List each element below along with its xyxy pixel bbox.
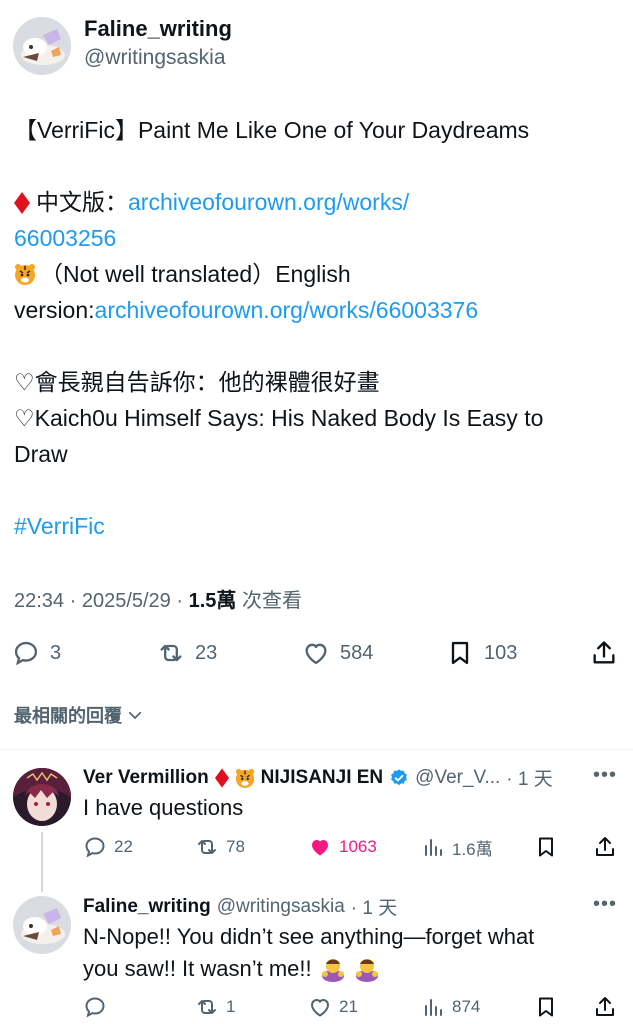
more-icon[interactable]: ••• <box>593 893 617 916</box>
like-count: 584 <box>340 641 374 664</box>
divider <box>0 749 633 750</box>
reply-button[interactable]: 3 <box>12 633 61 673</box>
reply-text: N-Nope!! You didn’t see anything—forget … <box>83 921 613 985</box>
more-icon[interactable]: ••• <box>593 764 617 787</box>
reply-repost-count: 1 <box>226 997 236 1016</box>
repost-button[interactable]: 23 <box>157 633 217 673</box>
reply-views-button[interactable]: 1.6萬 <box>421 832 493 862</box>
reply-author-org[interactable]: NIJISANJI EN <box>261 767 383 789</box>
reply-action-bar: 1 21 874 <box>0 992 633 1022</box>
reply-author-handle[interactable]: @writingsaskia <box>217 896 345 918</box>
view-count: 1.5萬 <box>188 590 237 612</box>
reply-text-line: you saw!! It wasn’t me!! <box>83 956 312 981</box>
bookmark-button[interactable]: 103 <box>446 633 517 673</box>
reply-like-count: 1063 <box>339 837 377 856</box>
repost-icon <box>198 1000 216 1014</box>
reply-text-line: N-Nope!! You didn’t see anything—forget … <box>83 924 535 949</box>
like-icon <box>312 840 328 856</box>
zh-link-cont[interactable]: 66003256 <box>14 225 116 251</box>
reply-reply-button[interactable]: 22 <box>83 832 133 862</box>
share-button[interactable] <box>590 633 618 673</box>
reply-like-count: 21 <box>339 997 358 1016</box>
repost-count: 23 <box>195 641 218 664</box>
reply-bookmark-button[interactable] <box>534 832 558 862</box>
verified-icon <box>391 768 408 785</box>
reply-author-name[interactable]: Faline_writing <box>83 896 211 918</box>
bookmark-icon <box>539 837 553 857</box>
tweet-text: 【VerriFic】Paint Me Like One of Your Dayd… <box>14 112 624 544</box>
reply-action-bar: 22 78 1063 1.6萬 <box>0 832 633 862</box>
bowing-person-emoji-icon <box>355 959 378 982</box>
reply-view-count: 1.6萬 <box>452 839 493 859</box>
tweet-timestamp[interactable]: 22:34 · 2025/5/29 · <box>14 590 189 612</box>
reply-author-name[interactable]: Ver Vermillion <box>83 767 209 789</box>
like-icon <box>311 999 329 1017</box>
reply-repost-button[interactable]: 1 <box>195 992 235 1022</box>
views-icon <box>425 839 442 856</box>
reply-text: I have questions <box>83 795 244 820</box>
reply-like-button[interactable]: 1063 <box>308 832 377 862</box>
reply-header: Ver Vermillion NIJISANJI EN @Ver_V... · … <box>83 764 553 791</box>
repost-icon <box>198 840 216 854</box>
reply-time[interactable]: · 1 天 <box>506 764 552 791</box>
tiger-icon <box>15 264 35 285</box>
reply-views-button[interactable]: 874 <box>421 992 480 1022</box>
reply-icon <box>85 837 105 858</box>
like-button[interactable]: 584 <box>302 633 373 673</box>
reply-avatar[interactable] <box>13 896 71 954</box>
bookmark-count: 103 <box>484 641 518 664</box>
red-diamond-icon <box>14 192 30 214</box>
view-label: 次查看 <box>236 590 302 612</box>
title-line: 【VerriFic】Paint Me Like One of Your Dayd… <box>14 117 530 143</box>
reply-icon <box>85 997 105 1018</box>
author-avatar[interactable] <box>13 17 71 75</box>
en-summary: ♡Kaich0u Himself Says: His Naked Body Is… <box>14 405 544 431</box>
red-diamond-icon <box>214 767 229 788</box>
reply-share-button[interactable] <box>593 992 617 1022</box>
reply-share-button[interactable] <box>593 832 617 862</box>
zh-version-label: 中文版： <box>36 189 128 215</box>
reply-count: 3 <box>50 641 62 664</box>
reply-view-count: 874 <box>452 997 481 1016</box>
reply-reply-button[interactable] <box>83 992 114 1022</box>
en-summary-cont: Draw <box>14 441 68 467</box>
hashtag-link[interactable]: #VerriFic <box>14 513 105 539</box>
reply-header: Faline_writing @writingsaskia · 1 天 <box>83 893 397 920</box>
en-version-label: （Not well translated）English <box>40 261 351 287</box>
views-icon <box>425 999 442 1016</box>
tiger-icon <box>235 768 254 788</box>
zh-summary: ♡會長親自告訴你：他的裸體很好畫 <box>14 369 380 395</box>
reply-reply-count: 22 <box>114 837 133 856</box>
bowing-person-emoji-icon <box>321 959 344 982</box>
reply-repost-button[interactable]: 78 <box>195 832 245 862</box>
share-icon <box>596 997 614 1016</box>
share-icon <box>596 837 614 856</box>
author-handle[interactable]: @writingsaskia <box>84 46 226 70</box>
reply-author-handle[interactable]: @Ver_V... <box>415 767 500 789</box>
sort-label: 最相關的回覆 <box>14 706 122 726</box>
tweet-meta: 22:34 · 2025/5/29 · 1.5萬 次查看 <box>14 584 302 613</box>
bookmark-icon <box>451 641 469 665</box>
reply-icon <box>14 641 38 666</box>
chevron-down-icon <box>128 711 142 719</box>
bookmark-icon <box>539 997 553 1017</box>
en-link[interactable]: archiveofourown.org/works/66003376 <box>95 297 479 323</box>
repost-icon <box>160 644 182 662</box>
reply-bookmark-button[interactable] <box>534 992 558 1022</box>
author-name[interactable]: Faline_writing <box>84 16 232 42</box>
reply-like-button[interactable]: 21 <box>308 992 358 1022</box>
reply-time[interactable]: · 1 天 <box>351 893 397 920</box>
reply-sort-selector[interactable]: 最相關的回覆 <box>14 702 144 728</box>
en-version-label-cont: version: <box>14 297 95 323</box>
share-icon <box>593 641 615 664</box>
like-icon <box>305 643 327 665</box>
zh-link[interactable]: archiveofourown.org/works/ <box>128 189 409 215</box>
reply-avatar[interactable] <box>13 768 71 826</box>
tweet-action-bar: 3 23 584 103 <box>0 633 633 673</box>
reply-repost-count: 78 <box>226 837 245 856</box>
